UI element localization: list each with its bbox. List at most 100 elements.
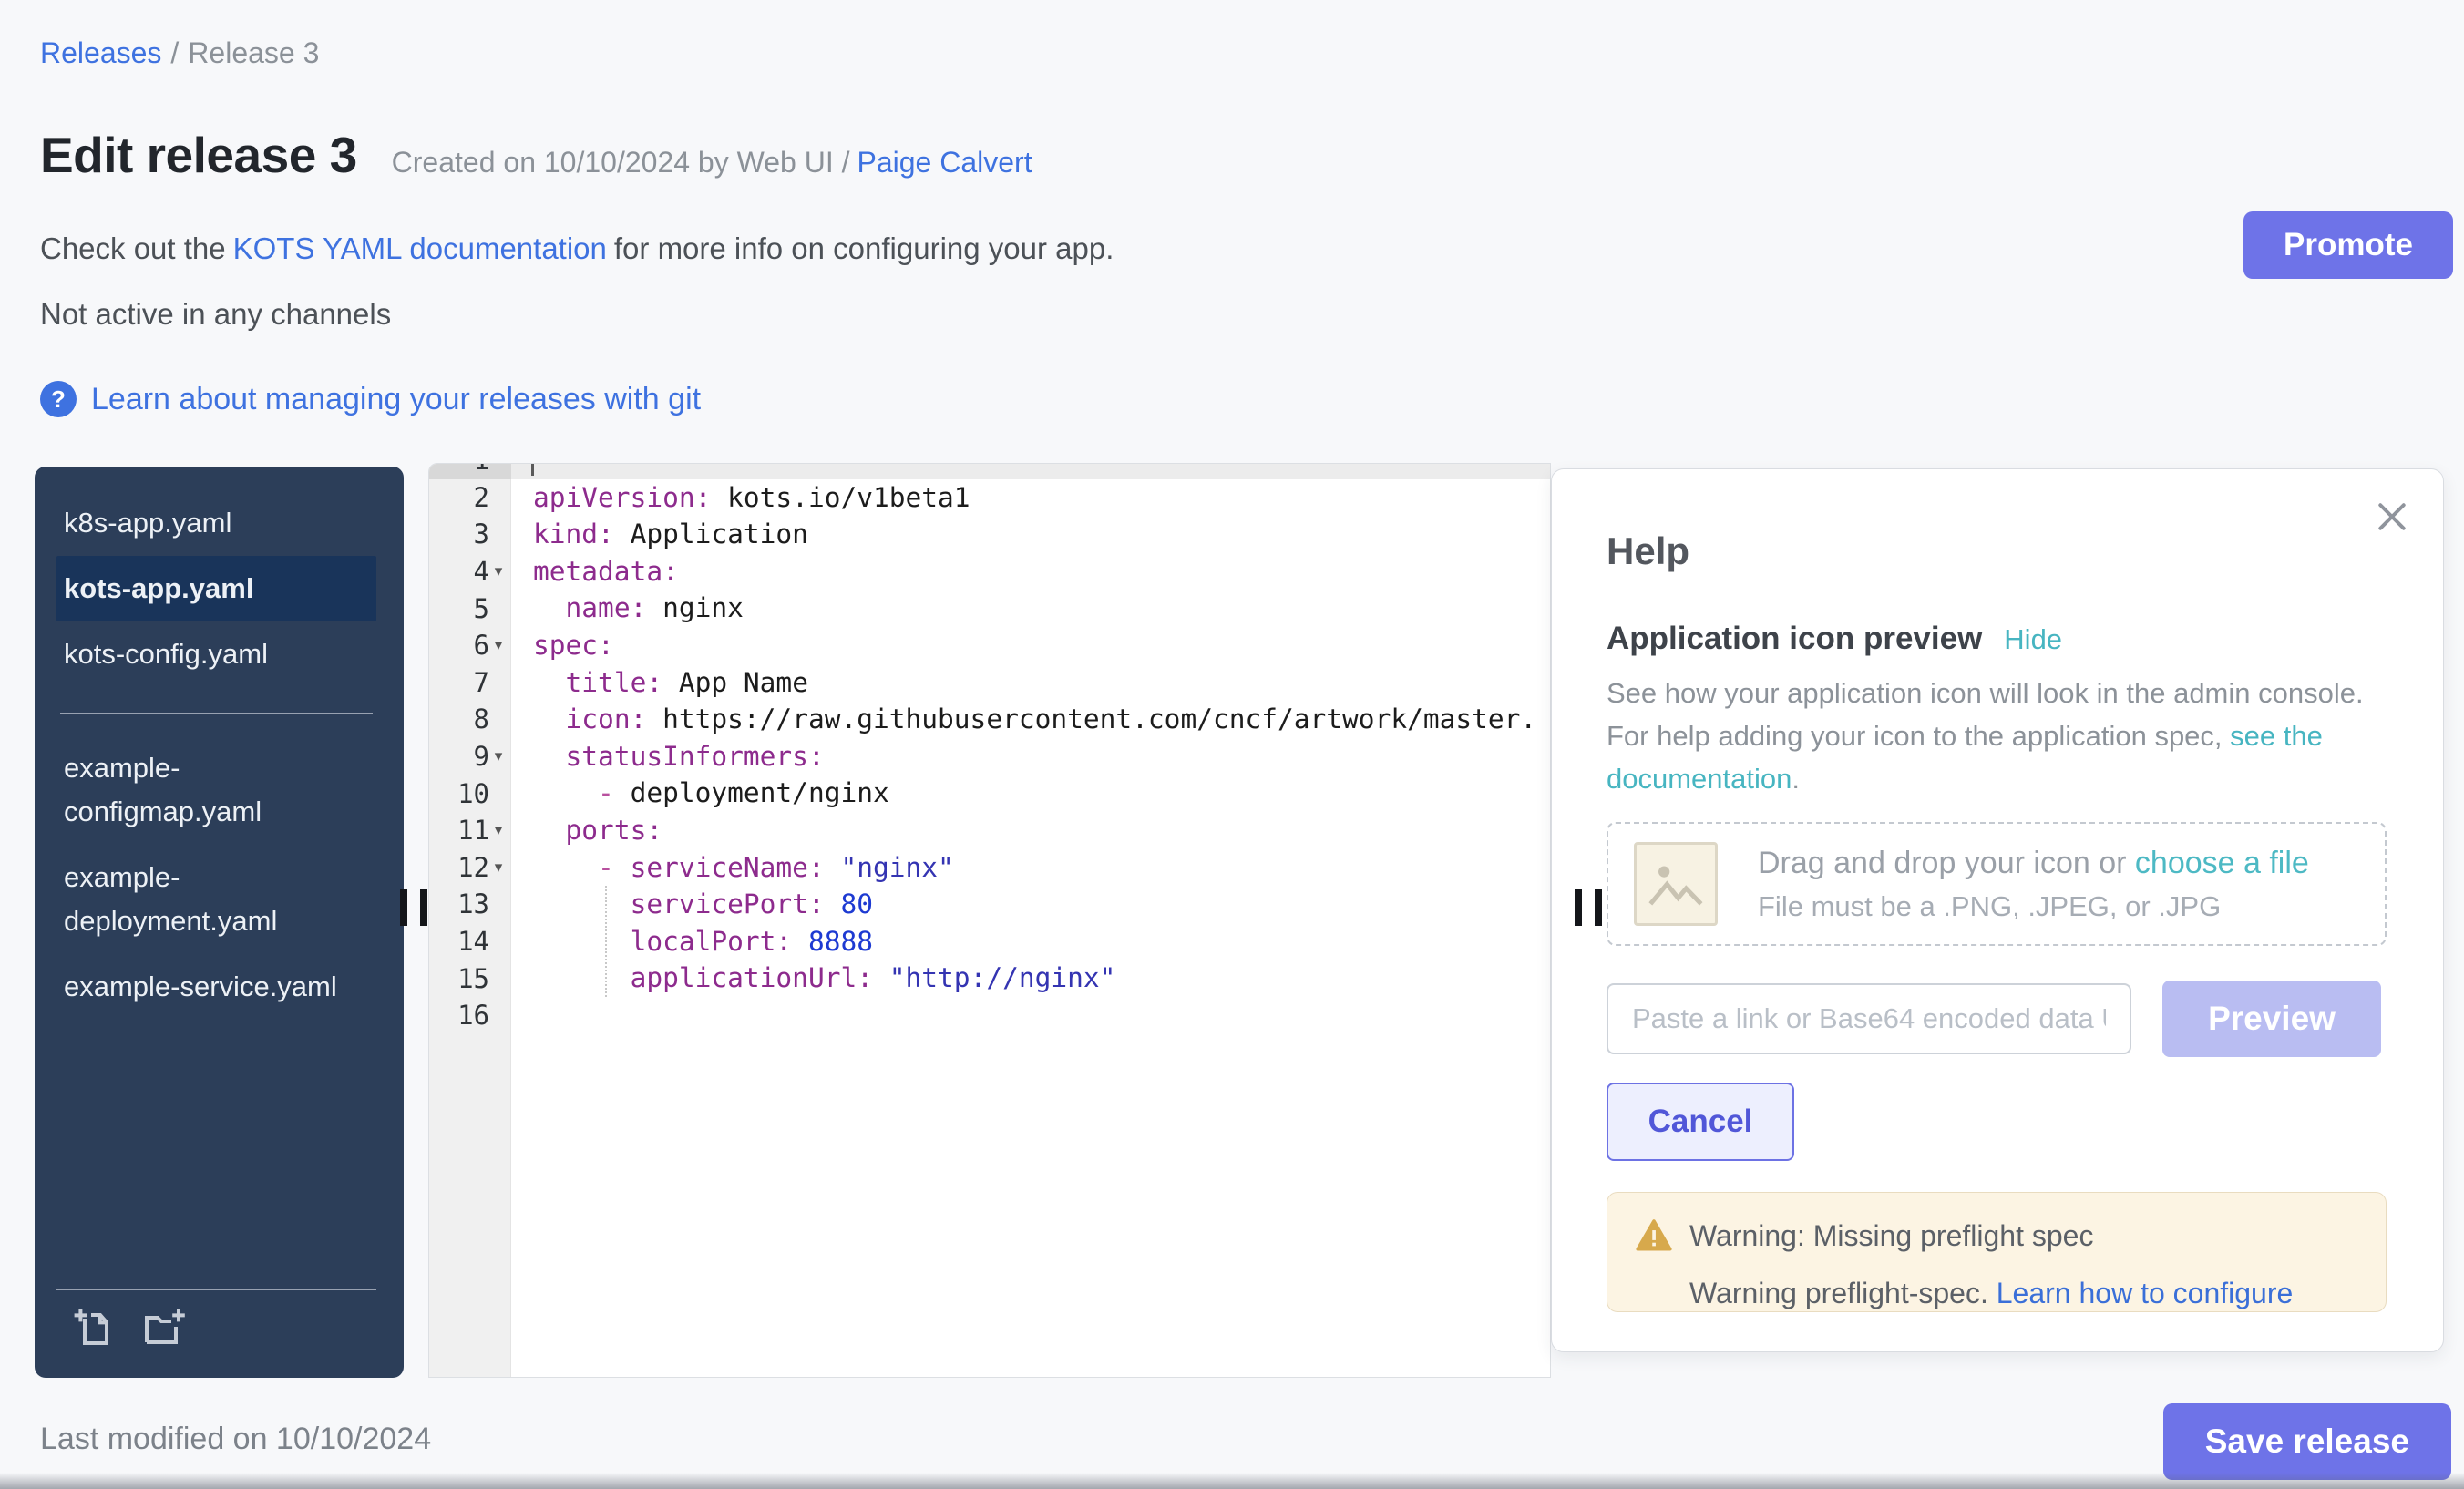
question-mark-icon: ? (40, 381, 77, 417)
sidebar-footer (56, 1289, 376, 1350)
yaml-editor[interactable]: 1---2apiVersion: kots.io/v1beta13kind: A… (428, 463, 1551, 1378)
text-cursor (531, 463, 534, 476)
line-number-cell: 4▾ (429, 553, 511, 590)
close-icon[interactable] (2372, 497, 2412, 537)
author-link[interactable]: Paige Calvert (857, 146, 1032, 179)
sidebar-file-example-configmap.yaml[interactable]: example-configmap.yaml (56, 735, 376, 845)
doc-prefix: Check out the (40, 231, 226, 265)
help-panel-content: Help Application icon preview Hide See h… (1552, 469, 2443, 1351)
code-line-11[interactable]: 11▾ ports: (429, 812, 1550, 849)
line-number-cell: 6▾ (429, 627, 511, 664)
breadcrumb-separator: / (170, 36, 179, 69)
code-line-8[interactable]: 8 icon: https://raw.githubusercontent.co… (429, 701, 1550, 738)
warning-detail: Warning preflight-spec. Learn how to con… (1635, 1277, 2358, 1310)
line-number-cell: 3 (429, 516, 511, 553)
panel-resize-handle-right-a[interactable] (1575, 889, 1582, 926)
line-number-cell: 2 (429, 479, 511, 517)
description-period: . (1792, 763, 1800, 795)
promote-button[interactable]: Promote (2243, 211, 2453, 279)
line-number-cell: 8 (429, 701, 511, 738)
breadcrumb: Releases / Release 3 (40, 36, 319, 70)
sidebar-file-example-deployment.yaml[interactable]: example-deployment.yaml (56, 845, 376, 954)
doc-suffix: for more info on configuring your app. (614, 231, 1114, 265)
new-file-icon[interactable] (73, 1307, 117, 1350)
image-placeholder-icon (1634, 842, 1718, 926)
preview-button[interactable]: Preview (2162, 981, 2381, 1057)
code-line-16[interactable]: 16 (429, 997, 1550, 1034)
sidebar-file-list-top: k8s-app.yamlkots-app.yamlkots-config.yam… (35, 467, 404, 687)
warning-text: Warning preflight-spec. (1689, 1277, 1988, 1309)
cancel-button[interactable]: Cancel (1607, 1083, 1794, 1161)
code-line-7[interactable]: 7 title: App Name (429, 664, 1550, 702)
indent-guide (605, 886, 607, 997)
line-number-cell: 1 (429, 463, 511, 479)
fold-arrow-icon[interactable]: ▾ (489, 858, 508, 877)
line-number-cell: 7 (429, 664, 511, 702)
code-line-6[interactable]: 6▾spec: (429, 627, 1550, 664)
edit-release-page: Releases / Release 3 Edit release 3 Create… (0, 0, 2464, 1489)
line-number-cell: 12▾ (429, 849, 511, 887)
dropzone-hint: File must be a .PNG, .JPEG, or .JPG (1758, 890, 2309, 923)
sidebar-file-kots-config.yaml[interactable]: kots-config.yaml (56, 621, 376, 687)
bottom-edge-shadow (0, 1473, 2464, 1489)
line-number-cell: 15 (429, 960, 511, 997)
code-line-4[interactable]: 4▾metadata: (429, 553, 1550, 590)
code-line-13[interactable]: 13 servicePort: 80 (429, 886, 1550, 923)
code-line-10[interactable]: 10 - deployment/nginx (429, 775, 1550, 812)
kots-doc-line: Check out theKOTS YAML documentationfor … (40, 231, 1114, 266)
kots-yaml-doc-link[interactable]: KOTS YAML documentation (233, 231, 607, 265)
breadcrumb-releases-link[interactable]: Releases (40, 36, 161, 69)
new-folder-icon[interactable] (142, 1307, 186, 1350)
warning-title: Warning: Missing preflight spec (1689, 1219, 2093, 1253)
help-panel: Help Application icon preview Hide See h… (1551, 468, 2444, 1352)
code-line-3[interactable]: 3kind: Application (429, 516, 1550, 553)
help-title: Help (1607, 529, 2388, 573)
panel-resize-handle-right-b[interactable] (1595, 889, 1602, 926)
hide-link[interactable]: Hide (2004, 623, 2062, 656)
sidebar-file-kots-app.yaml[interactable]: kots-app.yaml (56, 556, 376, 621)
sidebar-divider (60, 713, 373, 714)
file-sidebar: k8s-app.yamlkots-app.yamlkots-config.yam… (35, 467, 404, 1378)
icon-preview-section: Application icon preview Hide (1607, 621, 2388, 657)
code-line-2[interactable]: 2apiVersion: kots.io/v1beta1 (429, 479, 1550, 517)
editor-resize-handle-left-a[interactable] (400, 889, 407, 926)
fold-arrow-icon[interactable]: ▾ (489, 636, 508, 654)
git-help-link[interactable]: ? Learn about managing your releases wit… (40, 381, 701, 417)
code-line-9[interactable]: 9▾ statusInformers: (429, 738, 1550, 775)
created-info: Created on 10/10/2024 by Web UI /Paige C… (392, 146, 1032, 180)
created-text: Created on 10/10/2024 by Web UI / (392, 146, 850, 179)
git-help-label: Learn about managing your releases with … (91, 382, 701, 417)
editor-rows: 1---2apiVersion: kots.io/v1beta13kind: A… (429, 463, 1550, 1034)
dropzone-text-block: Drag and drop your icon or choose a file… (1758, 846, 2309, 923)
code-line-12[interactable]: 12▾ - serviceName: "nginx" (429, 849, 1550, 887)
title-row: Edit release 3 Created on 10/10/2024 by … (40, 126, 1032, 184)
icon-url-row: Preview (1607, 981, 2388, 1057)
choose-file-link[interactable]: choose a file (2135, 846, 2309, 880)
sidebar-file-k8s-app.yaml[interactable]: k8s-app.yaml (56, 490, 376, 556)
last-modified-text: Last modified on 10/10/2024 (40, 1422, 431, 1457)
code-line-1[interactable]: 1--- (429, 463, 1550, 479)
page-title: Edit release 3 (40, 126, 357, 184)
learn-how-to-configure-link[interactable]: Learn how to configure (1997, 1277, 2294, 1309)
sidebar-file-example-service.yaml[interactable]: example-service.yaml (56, 954, 376, 1020)
fold-arrow-icon[interactable]: ▾ (489, 747, 508, 765)
icon-dropzone[interactable]: Drag and drop your icon or choose a file… (1607, 822, 2387, 946)
line-number-cell: 14 (429, 923, 511, 960)
dropzone-text: Drag and drop your icon or (1758, 846, 2126, 880)
icon-url-input[interactable] (1607, 983, 2131, 1054)
preflight-warning: Warning: Missing preflight spec Warning … (1607, 1192, 2387, 1312)
save-release-button[interactable]: Save release (2163, 1403, 2451, 1480)
breadcrumb-current: Release 3 (188, 36, 319, 69)
fold-arrow-icon[interactable]: ▾ (489, 562, 508, 580)
line-number-cell: 11▾ (429, 812, 511, 849)
code-line-14[interactable]: 14 localPort: 8888 (429, 923, 1550, 960)
section-title: Application icon preview (1607, 621, 1982, 657)
warning-triangle-icon (1635, 1217, 1673, 1255)
fold-arrow-icon[interactable]: ▾ (489, 821, 508, 839)
line-number-cell: 16 (429, 997, 511, 1034)
line-number-cell: 10 (429, 775, 511, 812)
editor-resize-handle-left-b[interactable] (420, 889, 427, 926)
code-line-5[interactable]: 5 name: nginx (429, 590, 1550, 627)
line-number-cell: 9▾ (429, 738, 511, 775)
code-line-15[interactable]: 15 applicationUrl: "http://nginx" (429, 960, 1550, 997)
